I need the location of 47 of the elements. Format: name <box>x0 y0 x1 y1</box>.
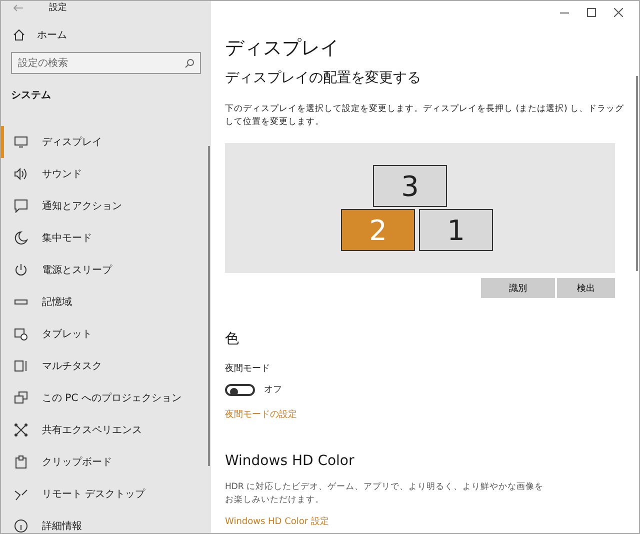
sidebar-item[interactable]: 詳細情報 <box>1 510 211 533</box>
sidebar-item[interactable]: 電源とスリープ <box>1 254 211 286</box>
tablet-icon <box>14 327 28 341</box>
toggle-state-text: オフ <box>264 384 282 396</box>
search-icon <box>185 59 194 68</box>
sidebar-item[interactable]: 集中モード <box>1 222 211 254</box>
home-link[interactable]: ホーム <box>1 28 79 42</box>
speech-bubble-icon <box>14 199 28 213</box>
monitor-tile[interactable]: 1 <box>419 209 493 251</box>
power-icon <box>14 263 28 277</box>
monitor-tile[interactable]: 3 <box>373 165 447 207</box>
section-heading: Windows HD Color <box>225 453 356 469</box>
window-title: 設定 <box>49 2 67 14</box>
sidebar-item[interactable]: この PC へのプロジェクション <box>1 382 211 414</box>
sidebar-item[interactable]: マルチタスク <box>1 350 211 382</box>
home-icon <box>13 29 25 41</box>
close-icon[interactable] <box>614 8 623 16</box>
page-title: ディスプレイ <box>225 36 340 61</box>
action-button[interactable]: 検出 <box>557 278 615 298</box>
multitask-icon <box>14 359 28 373</box>
sidebar-item[interactable]: タブレット <box>1 318 211 350</box>
speaker-icon <box>14 167 28 181</box>
remote-icon <box>14 487 28 501</box>
clipboard-icon <box>14 455 28 469</box>
scrollbar[interactable] <box>636 76 638 271</box>
action-button[interactable]: 識別 <box>481 278 555 298</box>
sidebar-item[interactable]: サウンド <box>1 158 211 190</box>
monitor-icon <box>14 135 28 149</box>
maximize-icon[interactable] <box>587 8 596 16</box>
scrollbar[interactable] <box>208 146 210 466</box>
moon-icon <box>14 231 28 245</box>
toggle-switch[interactable] <box>225 384 255 396</box>
info-icon <box>14 519 28 533</box>
description-text: HDR に対応したビデオ、ゲーム、アプリで、より明るく、より鮮やかな画像をお楽しみいただけます。 <box>225 481 545 507</box>
section-heading: 色 <box>225 330 240 348</box>
description-text: 下のディスプレイを選択して設定を変更します。ディスプレイを長押し (または選択) し、ドラッグして位置を変更します。 <box>225 103 625 129</box>
search-field[interactable]: 設定の検索 <box>11 52 201 74</box>
sidebar-item[interactable]: クリップボード <box>1 446 211 478</box>
sidebar-item[interactable]: リモート デスクトップ <box>1 478 211 510</box>
sidebar-item[interactable]: 共有エクスペリエンス <box>1 414 211 446</box>
sidebar-item[interactable]: 記憶域 <box>1 286 211 318</box>
setting-label: 夜間モード <box>225 362 271 375</box>
section-heading: システム <box>10 89 52 103</box>
sidebar-item[interactable]: 通知とアクション <box>1 190 211 222</box>
projection-icon <box>14 391 28 405</box>
section-heading: ディスプレイの配置を変更する <box>225 69 422 87</box>
shared-icon <box>14 423 28 437</box>
